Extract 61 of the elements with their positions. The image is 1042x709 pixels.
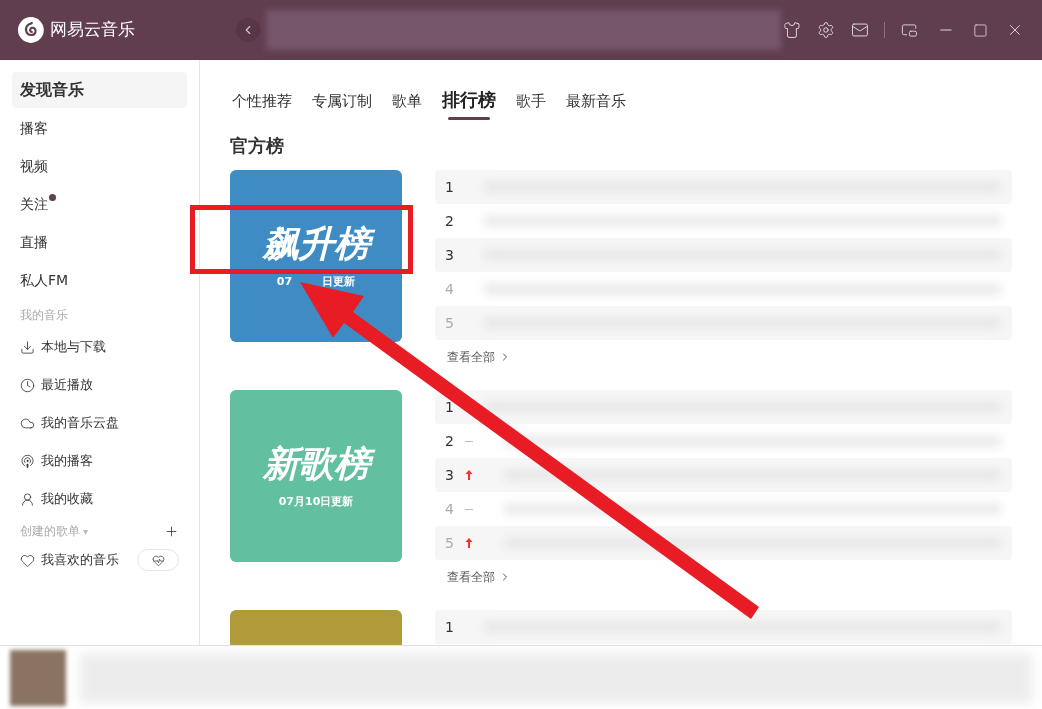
heart-icon [20, 552, 35, 568]
cover-date: 07月10日更新 [278, 494, 354, 511]
sidebar-item[interactable]: 播客 [12, 110, 187, 146]
plus-icon[interactable] [164, 523, 179, 539]
rank-number: 1 [445, 617, 453, 637]
tab[interactable]: 最新音乐 [564, 91, 628, 120]
rank-number: 2 [445, 211, 453, 231]
rank-number: 1 [445, 177, 453, 197]
sidebar-item[interactable]: 直播 [12, 224, 187, 260]
chart-row[interactable]: 1 [435, 170, 1012, 204]
rank-number: 3 [445, 245, 453, 265]
rank-number: 3 [445, 465, 453, 485]
album-art-placeholder [10, 649, 66, 706]
shirt-icon[interactable] [783, 21, 801, 39]
rank-number: 5 [445, 313, 453, 333]
mini-mode-icon[interactable] [900, 21, 918, 39]
settings-icon[interactable] [816, 21, 835, 39]
sidebar-item[interactable]: 我的音乐云盘 [12, 404, 187, 442]
sidebar-item[interactable]: 私人FM [12, 262, 187, 298]
tab[interactable]: 歌单 [390, 91, 424, 120]
view-all-link[interactable]: 查看全部 [447, 348, 511, 366]
sidebar-item[interactable]: 我喜欢的音乐 [20, 550, 119, 570]
sidebar-item[interactable]: 我的收藏 [12, 480, 187, 518]
heartbeat-icon [151, 553, 165, 567]
rank-number: 4 [445, 279, 453, 299]
maximize-icon[interactable] [973, 22, 989, 38]
rank-number: 2 [445, 431, 453, 451]
rank-number: 5 [445, 533, 453, 553]
chart-row[interactable]: 1 [435, 390, 1012, 424]
sidebar-item[interactable]: 我的播客 [12, 442, 187, 480]
section-heading: 我的音乐 [19, 307, 69, 324]
sidebar-item[interactable]: 发现音乐 [12, 72, 187, 108]
recent-icon [20, 377, 35, 393]
section-title: 官方榜 [230, 134, 285, 158]
cover-date: 07 [276, 274, 293, 291]
sidebar-item[interactable]: 最近播放 [12, 366, 187, 404]
sidebar-item[interactable]: 关注 [12, 186, 187, 222]
rank-number: 4 [445, 499, 453, 519]
back-button[interactable] [236, 18, 260, 42]
cover-title: 飙升榜 [255, 221, 377, 267]
logo-icon [18, 17, 44, 43]
rank-number: 1 [445, 397, 453, 417]
collection-icon [20, 491, 35, 507]
tab[interactable]: 排行榜 [440, 86, 498, 120]
tab[interactable]: 个性推荐 [230, 91, 294, 120]
chart-row[interactable]: 3 [435, 238, 1012, 272]
podcast-icon [20, 453, 35, 469]
view-all-link[interactable]: 查看全部 [447, 568, 511, 586]
sidebar-item[interactable]: 本地与下载 [12, 328, 187, 366]
sidebar-item[interactable]: 视频 [12, 148, 187, 184]
mail-icon[interactable] [850, 21, 869, 39]
chart-row[interactable]: 1 [435, 610, 1012, 644]
chart-row[interactable]: 3 [435, 458, 1012, 492]
cloud-icon [20, 415, 35, 431]
download-icon [20, 339, 35, 355]
section-heading: 创建的歌单 [20, 523, 80, 540]
cover-title: 新歌榜 [255, 441, 377, 487]
cover-date: 日更新 [322, 274, 356, 291]
tab[interactable]: 专属订制 [310, 91, 374, 120]
tab[interactable]: 歌手 [514, 91, 548, 120]
app-name: 网易云音乐 [49, 18, 136, 42]
